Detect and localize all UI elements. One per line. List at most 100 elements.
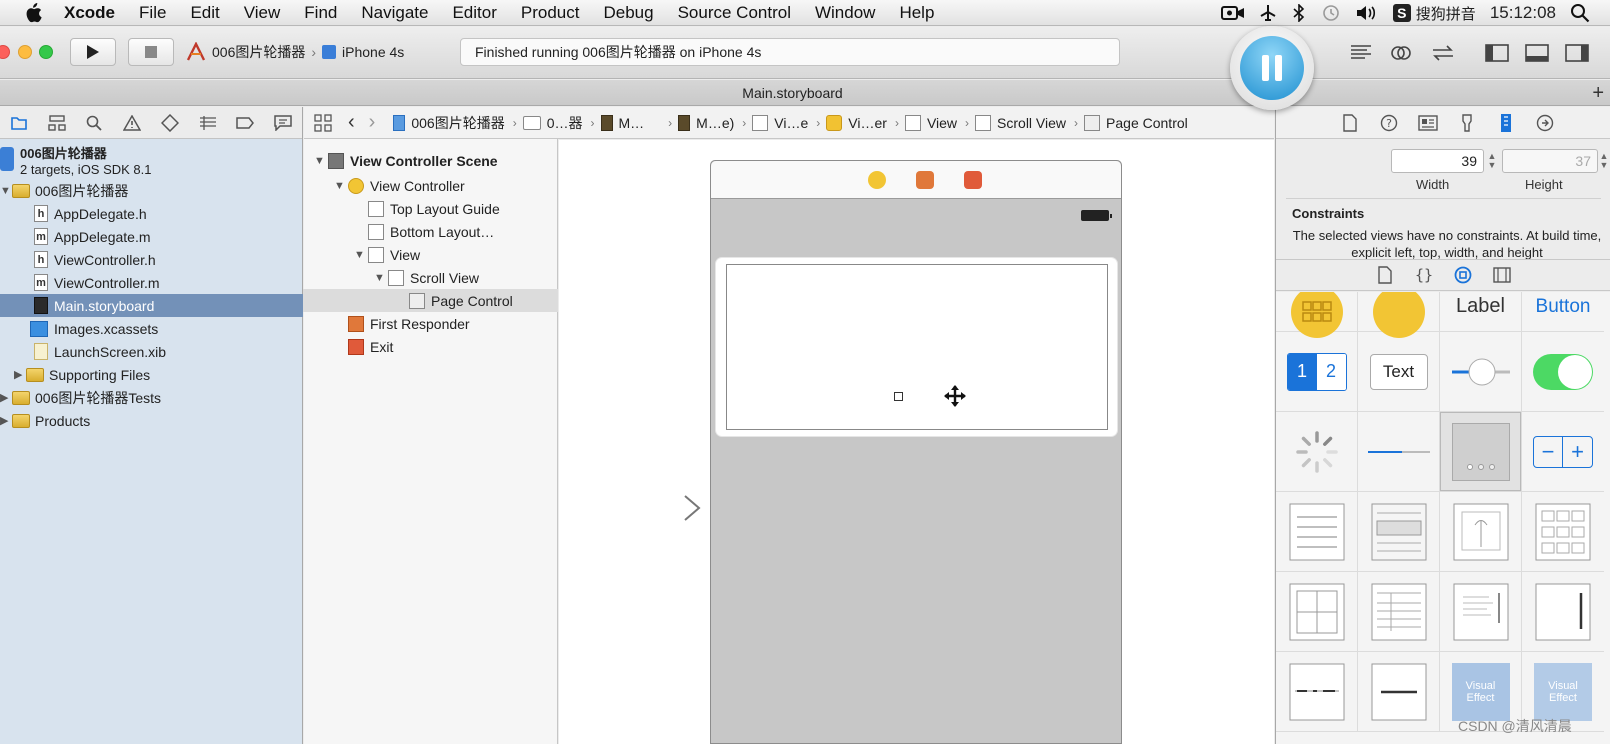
forward-arrow-icon[interactable]: › xyxy=(369,111,376,134)
zoom-window-button[interactable] xyxy=(39,45,53,59)
screen-record-icon[interactable] xyxy=(1220,5,1245,21)
test-navigator-icon[interactable] xyxy=(151,113,189,132)
outline-first-responder[interactable]: First Responder xyxy=(348,312,470,335)
back-arrow-icon[interactable]: ‹ xyxy=(348,111,355,134)
library-item-collection-view-controller[interactable] xyxy=(1276,292,1358,338)
menu-debug[interactable]: Debug xyxy=(603,3,653,23)
report-navigator-icon[interactable] xyxy=(264,114,302,131)
identity-inspector-icon[interactable] xyxy=(1408,114,1447,131)
close-window-button[interactable] xyxy=(0,45,10,59)
disclosure-closed-icon[interactable]: ▶ xyxy=(0,391,12,404)
library-item-table-view-controller-view[interactable] xyxy=(1358,572,1440,652)
scheme-selector[interactable]: 006图片轮播器 › iPhone 4s xyxy=(186,39,404,65)
disclosure-closed-icon[interactable]: ▶ xyxy=(14,368,26,381)
tree-item-viewcontroller-h[interactable]: h ViewController.h xyxy=(0,248,303,271)
library-item-slider[interactable] xyxy=(1440,332,1522,412)
disclosure-open-icon[interactable]: ▼ xyxy=(374,272,388,284)
library-item-stepper[interactable]: − + xyxy=(1522,412,1604,492)
tab-main-storyboard[interactable]: Main.storyboard xyxy=(0,85,1585,101)
disclosure-open-icon[interactable]: ▼ xyxy=(354,249,368,261)
jump-group[interactable]: 0…器 xyxy=(522,113,583,133)
file-inspector-icon[interactable] xyxy=(1330,113,1369,132)
library-item-picker-view[interactable] xyxy=(1358,652,1440,732)
outline-view-controller[interactable]: ▼ View Controller xyxy=(334,174,465,197)
version-editor-icon[interactable] xyxy=(1430,41,1456,65)
volume-icon[interactable] xyxy=(1355,4,1379,22)
jump-scene[interactable]: Vi…e xyxy=(752,114,808,131)
disclosure-open-icon[interactable]: ▼ xyxy=(334,180,348,192)
height-stepper[interactable]: ▲ ▼ xyxy=(1598,149,1610,173)
tree-item-appdelegate-h[interactable]: h AppDelegate.h xyxy=(0,202,303,225)
bluetooth-icon[interactable] xyxy=(1291,4,1307,22)
toggle-debug-area-icon[interactable] xyxy=(1524,41,1550,65)
toggle-utilities-icon[interactable] xyxy=(1564,41,1590,65)
jump-project[interactable]: 006图片轮播器 xyxy=(393,113,505,133)
jump-file-base[interactable]: M…e) xyxy=(678,114,734,131)
jump-page-control[interactable]: Page Control xyxy=(1084,114,1188,131)
assistant-editor-icon[interactable] xyxy=(1388,41,1414,65)
project-root[interactable]: 006图片轮播器 2 targets, iOS SDK 8.1 xyxy=(0,143,303,177)
library-item-label[interactable]: Label xyxy=(1440,292,1522,332)
menu-find[interactable]: Find xyxy=(304,3,337,23)
library-item-progress-view[interactable] xyxy=(1358,412,1440,492)
airplane-icon[interactable] xyxy=(1259,4,1277,22)
tree-item-main-storyboard[interactable]: Main.storyboard xyxy=(0,294,303,317)
project-navigator-icon[interactable] xyxy=(0,115,38,131)
tree-item-appdelegate-m[interactable]: m AppDelegate.m xyxy=(0,225,303,248)
stop-button[interactable] xyxy=(128,38,174,66)
tree-item-tests[interactable]: ▶ 006图片轮播器Tests xyxy=(0,386,303,409)
outline-scene[interactable]: ▼ View Controller Scene xyxy=(314,149,498,172)
jump-view-controller[interactable]: Vi…er xyxy=(826,114,887,131)
standard-editor-icon[interactable] xyxy=(1348,41,1374,65)
library-item-scroll-view[interactable] xyxy=(1522,572,1604,652)
page-control[interactable] xyxy=(894,392,903,401)
outline-bottom-layout-guide[interactable]: Bottom Layout… xyxy=(368,220,494,243)
spotlight-search-icon[interactable] xyxy=(1570,3,1590,23)
menu-editor[interactable]: Editor xyxy=(452,3,496,23)
menu-clock[interactable]: 15:12:08 xyxy=(1490,3,1556,23)
library-item-page-control[interactable] xyxy=(1440,412,1522,492)
exit-icon[interactable] xyxy=(964,171,982,189)
related-items-icon[interactable] xyxy=(314,113,332,132)
library-item-text-view[interactable] xyxy=(1440,572,1522,652)
library-item-collection-view-cell[interactable] xyxy=(1276,572,1358,652)
minimize-window-button[interactable] xyxy=(18,45,32,59)
library-item-table-view[interactable] xyxy=(1276,492,1358,572)
menu-file[interactable]: File xyxy=(139,3,166,23)
run-button[interactable] xyxy=(70,38,116,66)
issue-navigator-icon[interactable] xyxy=(113,114,151,131)
width-field[interactable]: 39 xyxy=(1391,149,1484,173)
disclosure-open-icon[interactable]: ▼ xyxy=(314,155,328,167)
initial-view-controller-arrow-icon[interactable] xyxy=(605,493,705,523)
time-machine-icon[interactable] xyxy=(1321,4,1341,22)
size-inspector-icon[interactable] xyxy=(1486,113,1525,133)
toggle-navigator-icon[interactable] xyxy=(1484,41,1510,65)
add-tab-icon[interactable]: + xyxy=(1592,82,1604,105)
debug-navigator-icon[interactable] xyxy=(189,115,227,130)
quick-help-icon[interactable]: ? xyxy=(1369,114,1408,132)
library-item-button[interactable]: Button xyxy=(1522,292,1604,332)
find-navigator-icon[interactable] xyxy=(76,115,114,131)
media-library-icon[interactable] xyxy=(1483,267,1522,283)
library-item-table-view-cell[interactable] xyxy=(1358,492,1440,572)
disclosure-open-icon[interactable]: ▼ xyxy=(0,185,12,197)
outline-page-control[interactable]: Page Control xyxy=(303,289,558,312)
scroll-view[interactable] xyxy=(716,258,1117,436)
connections-inspector-icon[interactable] xyxy=(1525,114,1564,132)
menu-window[interactable]: Window xyxy=(815,3,875,23)
file-template-library-icon[interactable] xyxy=(1366,266,1405,284)
attributes-inspector-icon[interactable] xyxy=(1447,113,1486,132)
outline-scroll-view[interactable]: ▼ Scroll View xyxy=(374,266,479,289)
tree-item-group[interactable]: ▼ 006图片轮播器 xyxy=(0,179,303,202)
menu-help[interactable]: Help xyxy=(899,3,934,23)
breakpoint-navigator-icon[interactable] xyxy=(227,116,265,129)
recording-pause-button[interactable] xyxy=(1230,26,1314,110)
input-method-indicator[interactable]: S 搜狗拼音 xyxy=(1392,3,1476,24)
tree-item-supporting-files[interactable]: ▶ Supporting Files xyxy=(0,363,303,386)
view-controller-scene[interactable] xyxy=(710,160,1122,744)
outline-view[interactable]: ▼ View xyxy=(354,243,420,266)
width-stepper[interactable]: ▲ ▼ xyxy=(1486,149,1498,173)
outline-exit[interactable]: Exit xyxy=(348,335,393,358)
library-item-activity-indicator[interactable] xyxy=(1276,412,1358,492)
symbol-navigator-icon[interactable] xyxy=(38,114,76,131)
